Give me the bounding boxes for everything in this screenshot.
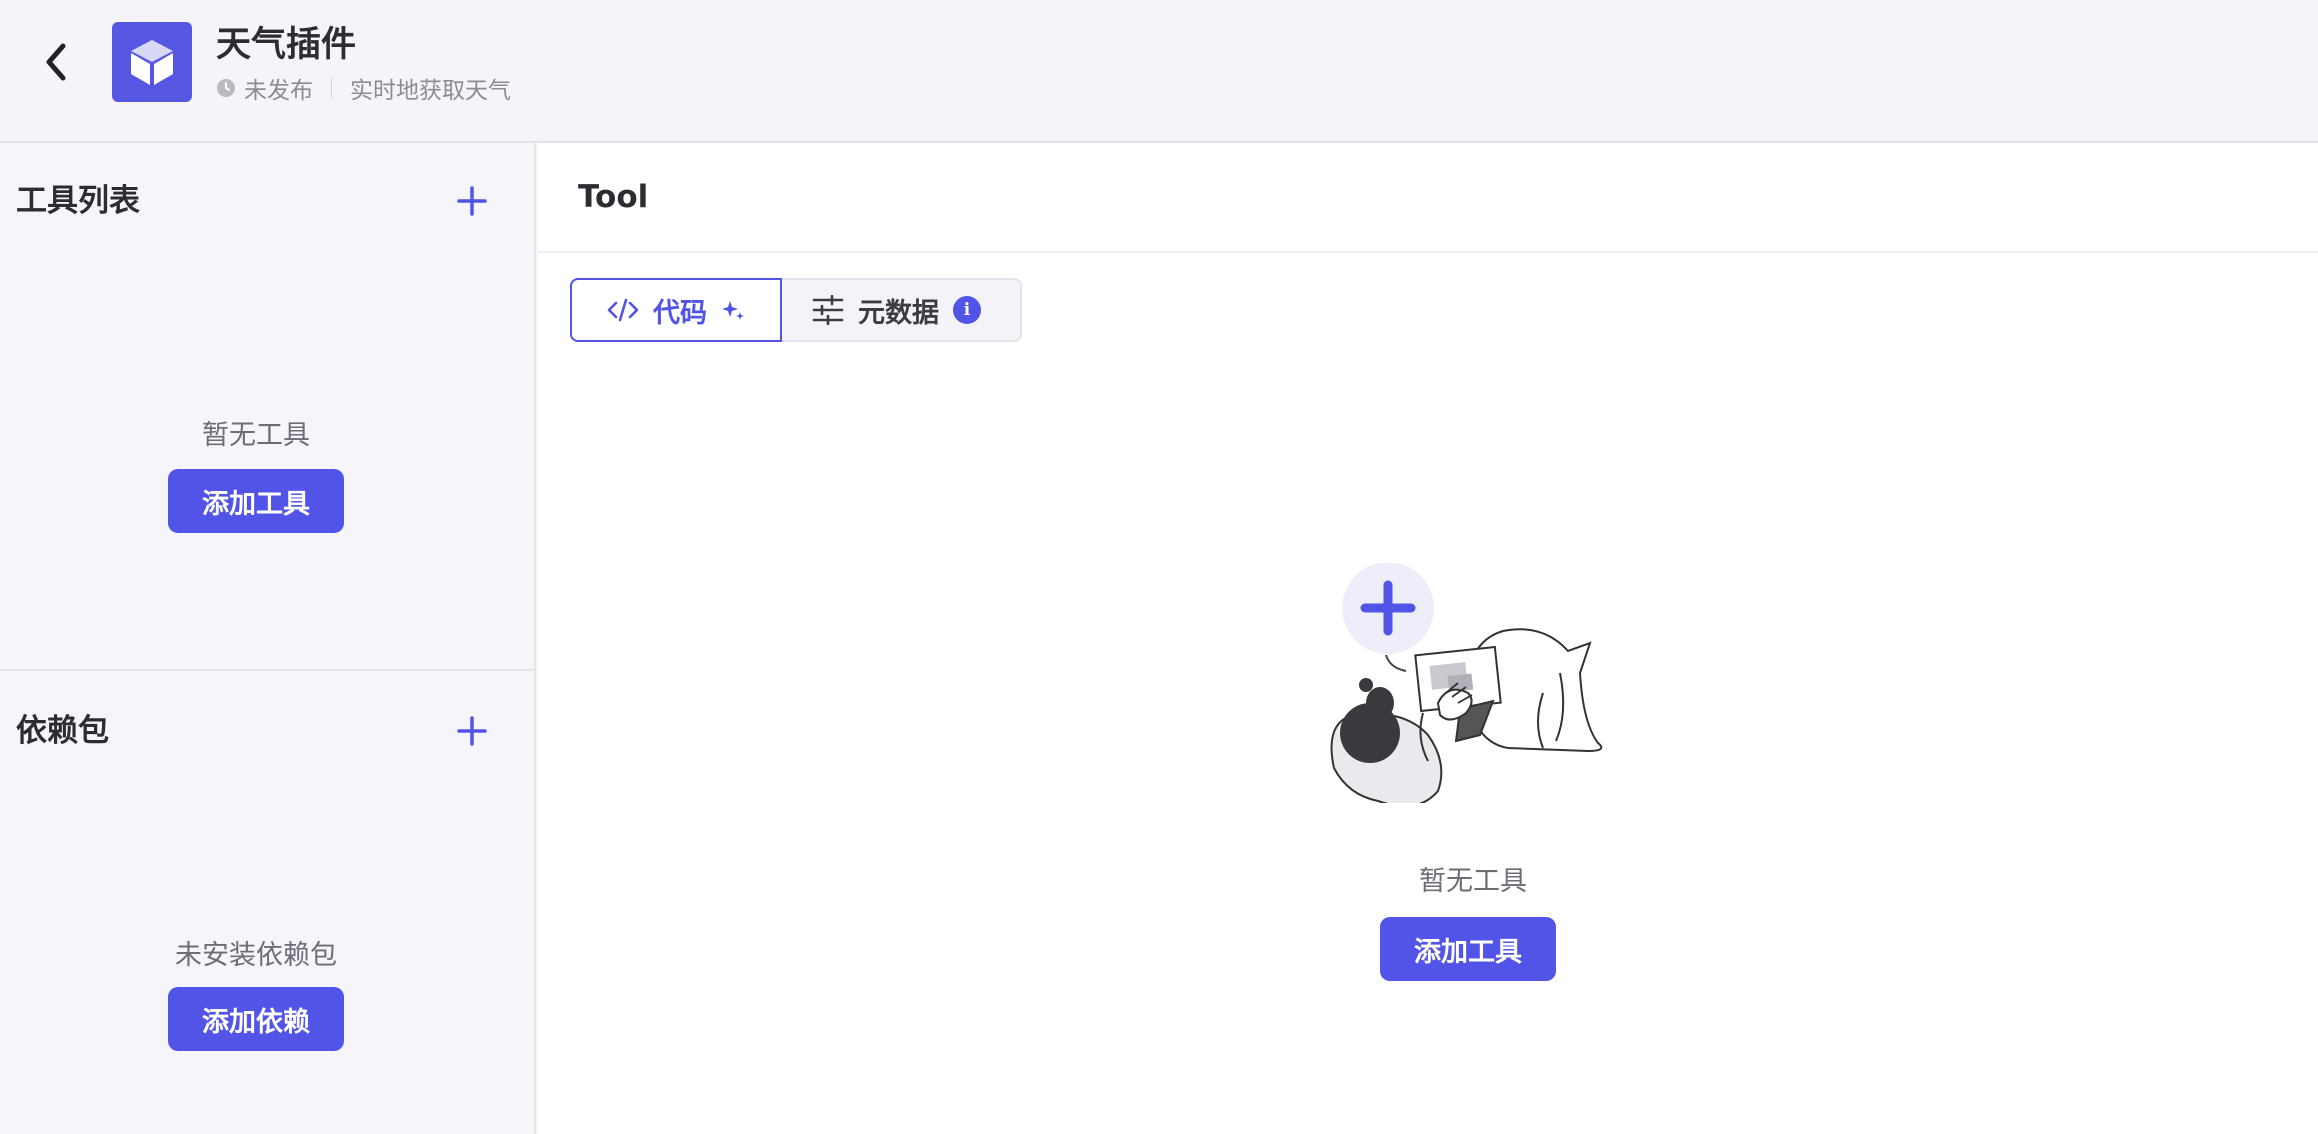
sliders-icon xyxy=(812,295,844,325)
tab-code-label: 代码 xyxy=(653,297,707,329)
clock-icon xyxy=(217,79,235,97)
plus-icon xyxy=(457,716,487,746)
dependencies-title: 依赖包 xyxy=(16,713,109,749)
publish-status: 未发布 xyxy=(244,78,313,104)
chevron-left-icon xyxy=(46,43,66,81)
tools-empty-text: 暂无工具 xyxy=(202,420,310,451)
main-panel: Tool 代码 元数据 i 暂无工具 添加工具 xyxy=(538,143,2318,1134)
plugin-meta: 未发布 实时地获取天气 xyxy=(216,72,511,104)
panel-title: Tool xyxy=(578,179,649,215)
cube-icon xyxy=(131,40,173,85)
top-bar: 天气插件 未发布 实时地获取天气 xyxy=(0,0,2318,143)
back-button[interactable] xyxy=(36,42,76,82)
dependencies-empty-text: 未安装依赖包 xyxy=(175,940,337,971)
empty-state-illustration xyxy=(1330,563,1603,803)
info-icon[interactable]: i xyxy=(953,296,981,324)
divider xyxy=(331,78,332,98)
main-add-tool-button[interactable]: 添加工具 xyxy=(1380,917,1556,981)
add-tool-plus-button[interactable] xyxy=(452,181,492,221)
plugin-title: 天气插件 xyxy=(216,25,357,65)
dependencies-section: 依赖包 未安装依赖包 添加依赖 xyxy=(0,673,534,1134)
add-tool-button[interactable]: 添加工具 xyxy=(168,469,344,533)
sparkle-icon xyxy=(722,301,744,320)
add-dependency-button[interactable]: 添加依赖 xyxy=(168,987,344,1051)
sidebar: 工具列表 暂无工具 添加工具 依赖包 未安装依赖包 添加依赖 xyxy=(0,143,536,1134)
plus-icon xyxy=(457,186,487,216)
tool-list-section: 工具列表 暂无工具 添加工具 xyxy=(0,143,534,671)
tab-metadata[interactable]: 元数据 i xyxy=(780,278,1022,342)
tab-metadata-label: 元数据 xyxy=(858,297,939,329)
plugin-description: 实时地获取天气 xyxy=(350,78,511,104)
code-icon xyxy=(607,298,639,322)
main-header: Tool xyxy=(538,143,2318,253)
tab-code[interactable]: 代码 xyxy=(570,278,782,342)
main-empty-text: 暂无工具 xyxy=(1419,866,1527,897)
add-dependency-plus-button[interactable] xyxy=(452,711,492,751)
plugin-logo xyxy=(112,22,192,102)
tab-bar: 代码 元数据 i xyxy=(570,278,1022,342)
tool-list-title: 工具列表 xyxy=(16,183,140,219)
